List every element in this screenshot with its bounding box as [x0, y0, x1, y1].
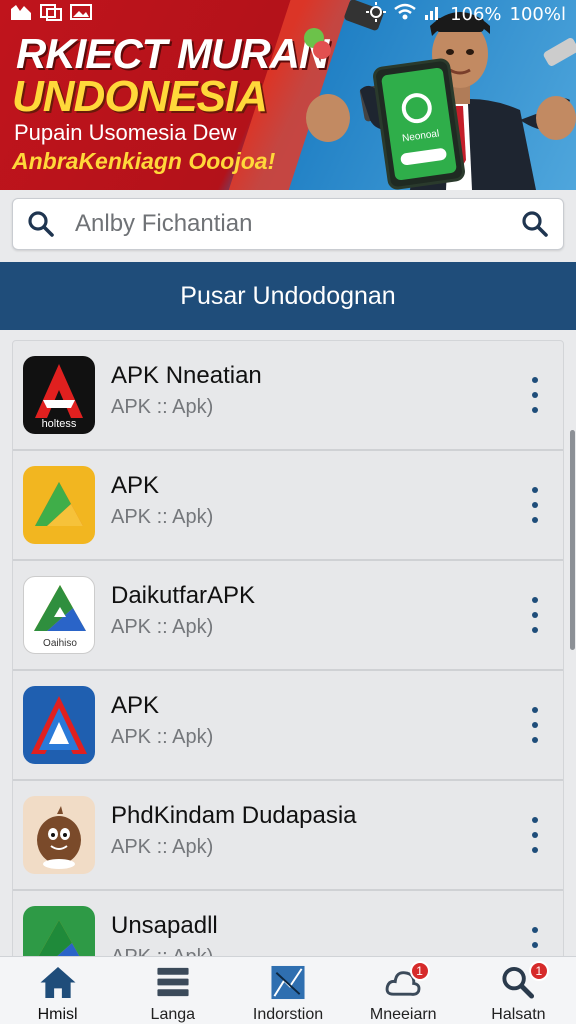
nav-item-home[interactable]: Hmisl	[0, 957, 115, 1024]
nav-item-search[interactable]: 1 Halsatn	[461, 957, 576, 1024]
list-scrollbar[interactable]	[570, 430, 575, 650]
app-subtitle: APK :: Apk)	[111, 725, 214, 748]
brightness-icon	[366, 1, 387, 27]
list-item[interactable]: Unsapadll APK :: Apk)	[13, 891, 563, 960]
app-name: APK	[111, 471, 160, 499]
signal-icon	[424, 3, 442, 26]
nav-label: Hmisl	[37, 1006, 78, 1023]
nav-item-chart[interactable]: Indorstion	[230, 957, 345, 1024]
notification-icon	[10, 3, 32, 26]
home-icon	[40, 966, 76, 999]
gallery-icon	[40, 3, 62, 26]
phone-logo-icon	[399, 91, 434, 126]
status-left	[10, 3, 92, 26]
notification-badge: 1	[409, 961, 430, 981]
app-texts: APK Nneatian APK :: Apk)	[111, 362, 563, 419]
phone-screen-text: Neonoal	[401, 128, 440, 145]
blue-a-logo-icon	[23, 686, 95, 764]
drive-triangle-icon: Oaihiso	[23, 576, 95, 654]
more-options-icon[interactable]	[525, 377, 545, 413]
app-list: holtess APK Nneatian APK :: Apk) APK APK…	[12, 340, 564, 960]
banner-subtitle-line1: Pupain Usomesia Dew	[14, 120, 237, 145]
app-name: APK Nneatian	[111, 361, 262, 389]
app-name: APK	[111, 691, 160, 719]
list-item[interactable]: holtess APK Nneatian APK :: Apk)	[13, 341, 563, 451]
app-texts: APK APK :: Apk)	[111, 472, 563, 529]
list-item[interactable]: APK APK :: Apk)	[13, 451, 563, 561]
nav-label: Mneeiarn	[369, 1006, 437, 1023]
more-options-icon[interactable]	[525, 487, 545, 523]
nav-label: Indorstion	[252, 1006, 324, 1023]
search-input[interactable]: Anlby Fichantian	[75, 210, 521, 238]
app-subtitle: APK :: Apk)	[111, 615, 214, 638]
status-right: 106% 100%l	[366, 1, 566, 27]
notification-badge: 1	[528, 961, 549, 981]
app-subtitle: APK :: Apk)	[111, 835, 214, 858]
banner-subtitle-line2: AnbraKenkiagn Ooojoa!	[12, 148, 276, 174]
chart-icon	[271, 965, 305, 1000]
list-icon	[157, 967, 189, 997]
app-name: PhdKindam Dudapasia	[111, 801, 357, 829]
list-item[interactable]: PhdKindam Dudapasia APK :: Apk)	[13, 781, 563, 891]
mascot-icon	[23, 796, 95, 874]
image-icon	[70, 3, 92, 26]
more-options-icon[interactable]	[525, 817, 545, 853]
list-item[interactable]: Oaihiso DaikutfarAPK APK :: Apk)	[13, 561, 563, 671]
app-name: Unsapadll	[111, 911, 218, 939]
list-item[interactable]: APK APK :: Apk)	[13, 671, 563, 781]
app-subtitle: APK :: Apk)	[111, 505, 214, 528]
battery-text: 100%l	[509, 3, 566, 25]
green-drive-icon	[23, 906, 95, 959]
app-texts: DaikutfarAPK APK :: Apk)	[111, 582, 563, 639]
more-options-icon[interactable]	[525, 597, 545, 633]
yellow-triangle-icon	[23, 466, 95, 544]
bottom-navigation: Hmisl Langa Indorstion 1 Mneeiarn 1 Hals…	[0, 956, 576, 1024]
more-options-icon[interactable]	[525, 707, 545, 743]
banner-title-line2: UNDONESIA	[12, 72, 268, 121]
phone-button	[399, 147, 448, 166]
promo-banner[interactable]: RKIECT MURAN UNDONESIA Pupain Usomesia D…	[0, 0, 576, 190]
icon-caption: Oaihiso	[43, 638, 77, 649]
search-icon	[28, 211, 54, 237]
battery-signal-text: 106%	[450, 3, 502, 25]
icon-caption: holtess	[41, 418, 77, 430]
nav-item-list[interactable]: Langa	[115, 957, 230, 1024]
app-name: DaikutfarAPK	[111, 581, 256, 609]
search-bar[interactable]: Anlby Fichantian	[12, 198, 564, 250]
search-submit-icon[interactable]	[521, 210, 549, 238]
app-texts: PhdKindam Dudapasia APK :: Apk)	[111, 802, 563, 859]
phone-screen: Neonoal	[380, 67, 458, 181]
nav-label: Halsatn	[491, 1006, 546, 1023]
red-a-logo-icon: holtess	[23, 356, 95, 434]
section-title: Pusar Undodognan	[0, 262, 576, 330]
app-texts: Unsapadll APK :: Apk)	[111, 912, 563, 960]
wifi-icon	[394, 3, 416, 26]
banner-title-line1: RKIECT MURAN	[16, 30, 329, 77]
app-texts: APK APK :: Apk)	[111, 692, 563, 749]
app-subtitle: APK :: Apk)	[111, 395, 214, 418]
app-screen: RKIECT MURAN UNDONESIA Pupain Usomesia D…	[0, 0, 576, 1024]
nav-item-cloud[interactable]: 1 Mneeiarn	[346, 957, 461, 1024]
status-bar: 106% 100%l	[0, 0, 576, 28]
nav-label: Langa	[150, 1006, 196, 1023]
